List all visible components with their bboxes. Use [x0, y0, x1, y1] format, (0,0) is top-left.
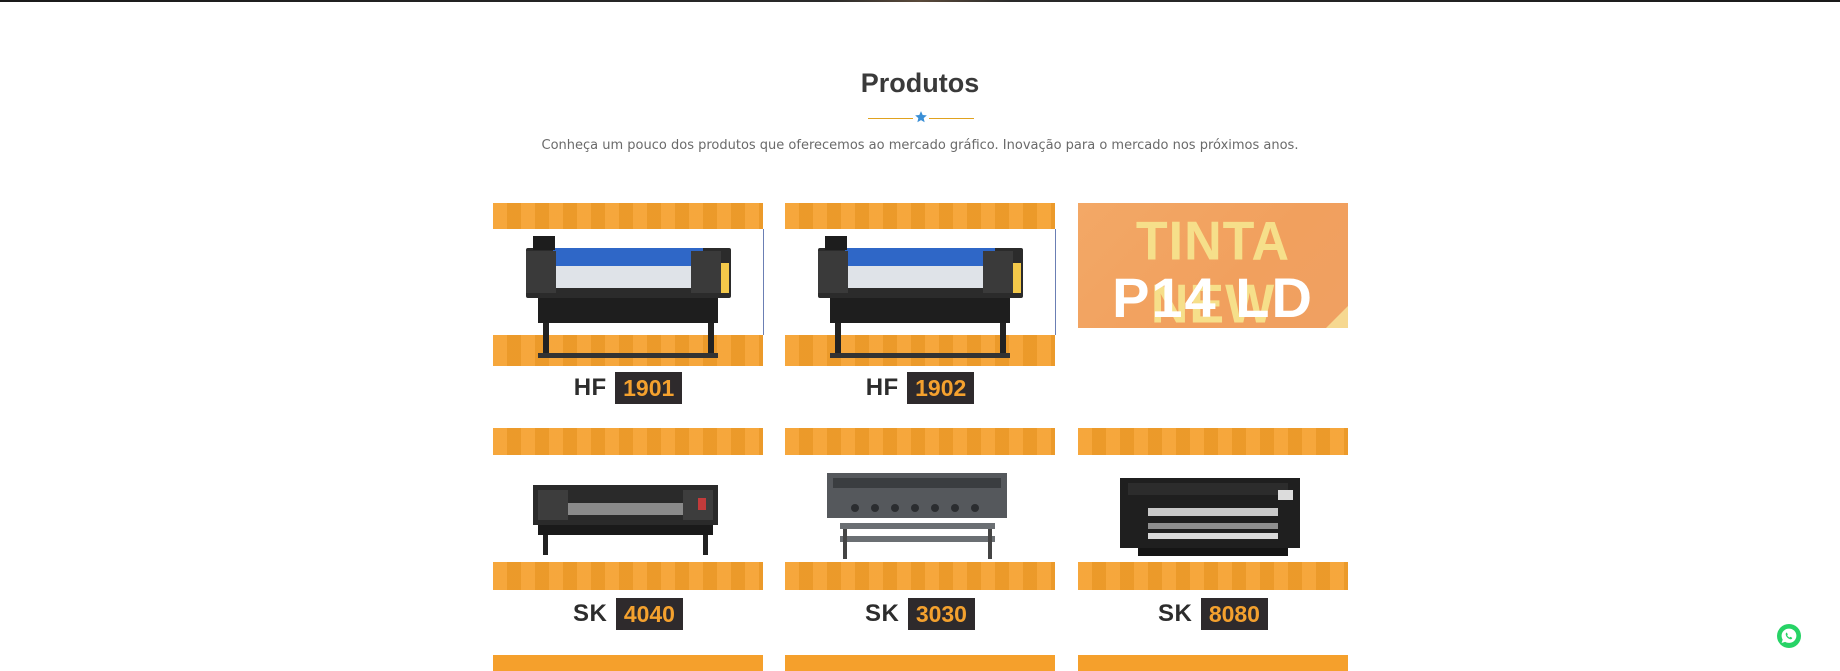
printer-image [1120, 478, 1300, 556]
product-card-sk8080[interactable]: SK 8080 [1078, 428, 1348, 633]
star-icon [915, 111, 927, 123]
product-label: SK 3030 [785, 598, 1055, 630]
product-label: HF 1902 [785, 372, 1055, 404]
product-label: SK 4040 [493, 598, 763, 630]
product-card-row3-col2[interactable] [785, 655, 1055, 671]
product-label: HF 1901 [493, 372, 763, 404]
printer-image [827, 473, 1007, 559]
promo-corner [1326, 306, 1348, 328]
header-bottom-edge [0, 0, 1840, 2]
section-subtitle: Conheça um pouco dos produtos que oferec… [541, 138, 1299, 153]
title-divider [868, 111, 974, 125]
product-card-sk4040[interactable]: SK 4040 [493, 428, 763, 633]
whatsapp-icon[interactable] [1777, 624, 1801, 648]
product-card-hf1901[interactable]: HF 1901 [493, 203, 764, 408]
product-label: SK 8080 [1078, 598, 1348, 630]
promo-line2: P14 LD [1112, 266, 1314, 328]
product-card-row3-col1[interactable] [493, 655, 763, 671]
promo-banner-tinta[interactable]: TINTA NEW P14 LD [1078, 203, 1348, 328]
section-title: Produtos [860, 68, 980, 98]
product-card-hf1902[interactable]: HF 1902 [785, 203, 1056, 408]
printer-image [526, 236, 731, 358]
product-card-sk3030[interactable]: SK 3030 [785, 428, 1055, 633]
product-card-row3-col3[interactable] [1078, 655, 1348, 671]
printer-image [533, 485, 718, 555]
printer-image [818, 236, 1023, 358]
